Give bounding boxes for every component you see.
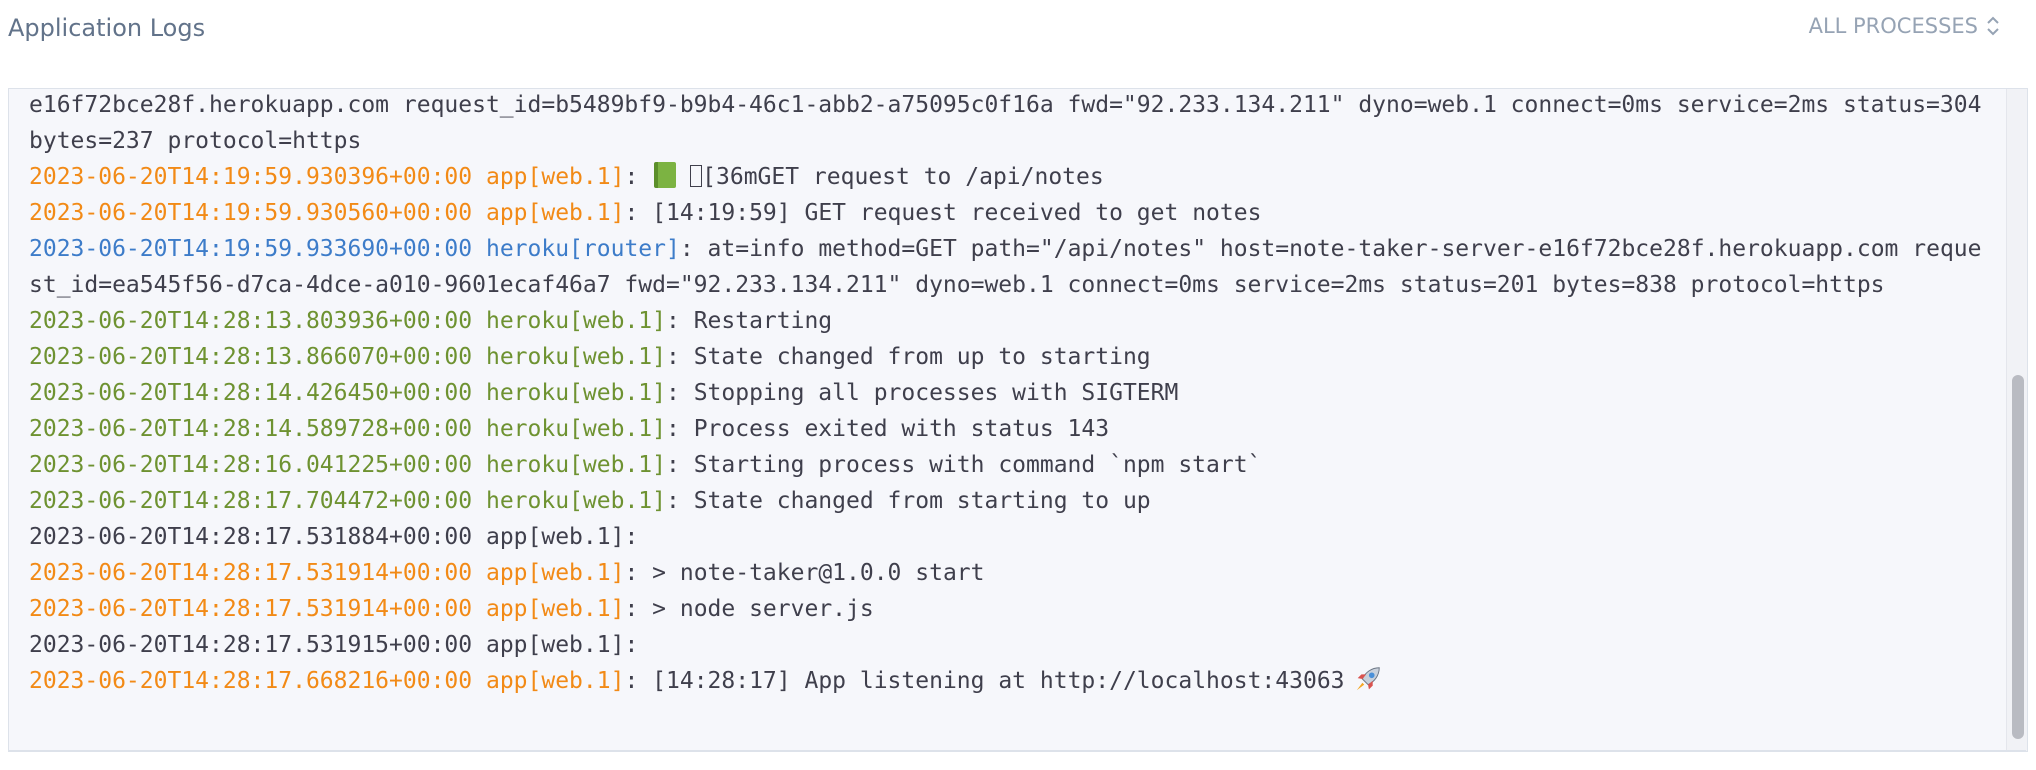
log-line: 2023-06-20T14:28:17.704472+00:00 heroku[…	[29, 488, 1151, 514]
log-source: heroku[web.1]	[485, 308, 666, 334]
log-timestamp: 2023-06-20T14:19:59.930396+00:00	[29, 164, 473, 190]
log-message: State changed from starting to up	[693, 488, 1151, 514]
log-timestamp: 2023-06-20T14:28:13.866070+00:00	[29, 344, 473, 370]
log-line: 2023-06-20T14:28:17.531915+00:00 app[web…	[29, 632, 653, 658]
log-timestamp: 2023-06-20T14:28:16.041225+00:00	[29, 452, 473, 478]
log-source: heroku[web.1]	[485, 344, 666, 370]
log-timestamp: 2023-06-20T14:28:17.531914+00:00	[29, 596, 473, 622]
log-source: heroku[web.1]	[485, 452, 666, 478]
log-source: app[web.1]	[485, 632, 625, 658]
log-line: 2023-06-20T14:28:17.531914+00:00 app[web…	[29, 560, 985, 586]
log-scrollbar[interactable]	[2006, 89, 2027, 751]
log-timestamp: 2023-06-20T14:28:13.803936+00:00	[29, 308, 473, 334]
chevron-up-down-icon	[1987, 16, 1999, 36]
page-title: Application Logs	[8, 14, 206, 42]
log-source: heroku[web.1]	[485, 380, 666, 406]
log-timestamp: 2023-06-20T14:28:17.668216+00:00	[29, 668, 473, 694]
escape-char-glyph	[690, 165, 703, 187]
log-line: 2023-06-20T14:28:13.803936+00:00 heroku[…	[29, 308, 833, 334]
log-source: heroku[web.1]	[485, 416, 666, 442]
log-message: Process exited with status 143	[693, 416, 1110, 442]
log-message: > node server.js	[652, 596, 874, 622]
log-scrollbar-thumb[interactable]	[2012, 375, 2024, 739]
log-timestamp: 2023-06-20T14:19:59.933690+00:00	[29, 236, 473, 262]
process-filter-label: ALL PROCESSES	[1808, 14, 1978, 38]
log-message: e16f72bce28f.herokuapp.com request_id=b5…	[29, 92, 1996, 154]
process-filter-dropdown[interactable]: ALL PROCESSES	[1809, 14, 2000, 38]
log-timestamp: 2023-06-20T14:19:59.930560+00:00	[29, 200, 473, 226]
log-line: 2023-06-20T14:28:16.041225+00:00 heroku[…	[29, 452, 1262, 478]
log-line: 2023-06-20T14:28:17.531914+00:00 app[web…	[29, 596, 874, 622]
log-line: 2023-06-20T14:28:14.426450+00:00 heroku[…	[29, 380, 1179, 406]
log-source: app[web.1]	[485, 668, 625, 694]
log-panel[interactable]: e16f72bce28f.herokuapp.com request_id=b5…	[8, 88, 2028, 752]
log-message: > note-taker@1.0.0 start	[652, 560, 985, 586]
log-timestamp: 2023-06-20T14:28:14.589728+00:00	[29, 416, 473, 442]
log-timestamp: 2023-06-20T14:28:14.426450+00:00	[29, 380, 473, 406]
log-line: 2023-06-20T14:28:17.668216+00:00 app[web…	[29, 663, 1987, 699]
log-source: app[web.1]	[485, 596, 625, 622]
log-source: heroku[router]	[485, 236, 680, 262]
log-message: [14:28:17] App listening at http://local…	[652, 668, 1345, 694]
log-message: Stopping all processes with SIGTERM	[693, 380, 1179, 406]
log-line: 2023-06-20T14:19:59.933690+00:00 heroku[…	[29, 236, 1982, 298]
log-message: [36mGET request to /api/notes	[702, 164, 1104, 190]
log-timestamp: 2023-06-20T14:28:17.531884+00:00	[29, 524, 473, 550]
divider	[8, 750, 2026, 751]
log-line: 2023-06-20T14:28:14.589728+00:00 heroku[…	[29, 416, 1110, 442]
log-timestamp: 2023-06-20T14:28:17.531915+00:00	[29, 632, 473, 658]
log-timestamp: 2023-06-20T14:28:17.704472+00:00	[29, 488, 473, 514]
log-line: 2023-06-20T14:19:59.930396+00:00 app[web…	[29, 162, 1104, 190]
log-message: State changed from up to starting	[693, 344, 1151, 370]
log-source: heroku[web.1]	[485, 488, 666, 514]
book-icon	[654, 162, 677, 188]
log-line: 2023-06-20T14:19:59.930560+00:00 app[web…	[29, 200, 1262, 226]
log-timestamp: 2023-06-20T14:28:17.531914+00:00	[29, 560, 473, 586]
log-source: app[web.1]	[485, 164, 625, 190]
log-message: Restarting	[693, 308, 833, 334]
log-output: e16f72bce28f.herokuapp.com request_id=b5…	[29, 89, 1987, 699]
log-message: [14:19:59] GET request received to get n…	[652, 200, 1262, 226]
log-line: e16f72bce28f.herokuapp.com request_id=b5…	[29, 89, 1987, 159]
log-source: app[web.1]	[485, 524, 625, 550]
log-source: app[web.1]	[485, 200, 625, 226]
log-source: app[web.1]	[485, 560, 625, 586]
log-line: 2023-06-20T14:28:17.531884+00:00 app[web…	[29, 524, 653, 550]
log-line: 2023-06-20T14:28:13.866070+00:00 heroku[…	[29, 344, 1151, 370]
log-message: Starting process with command `npm start…	[693, 452, 1262, 478]
rocket-icon	[1356, 667, 1380, 691]
